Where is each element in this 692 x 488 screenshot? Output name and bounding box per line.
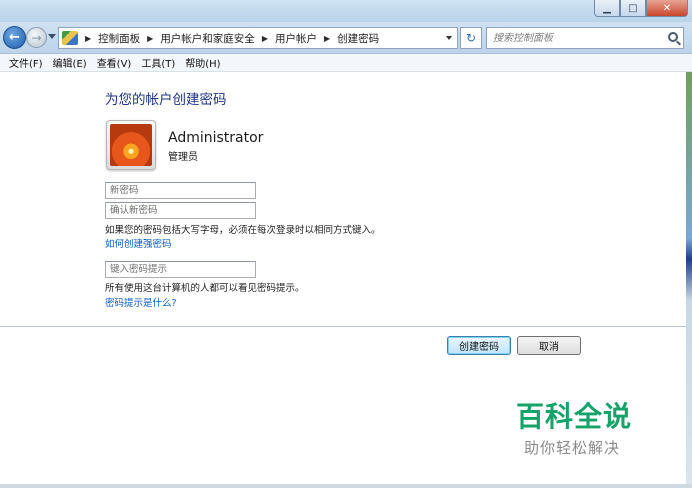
back-arrow-icon: ← — [9, 30, 20, 45]
menu-bar: 文件(F) 编辑(E) 查看(V) 工具(T) 帮助(H) — [0, 54, 692, 72]
watermark-title: 百科全说 — [516, 400, 633, 433]
user-role: 管理员 — [168, 152, 198, 163]
breadcrumb-control-panel[interactable]: 控制面板 — [98, 31, 140, 46]
avatar — [106, 120, 156, 170]
menu-tools[interactable]: 工具(T) — [136, 55, 180, 70]
menu-file[interactable]: 文件(F) — [4, 55, 48, 70]
watermark-logo: 百科全说 助你轻松解决 — [516, 395, 646, 458]
maximize-button[interactable]: □ — [620, 0, 646, 17]
minimize-button[interactable]: ▁ — [594, 0, 620, 17]
search-box[interactable] — [486, 27, 684, 49]
create-password-button[interactable]: 创建密码 — [447, 336, 511, 355]
title-bar: ▁ □ ✕ — [0, 0, 692, 22]
navigation-bar: ← → ▶ 控制面板 ▶ 用户帐户和家庭安全 ▶ 用户帐户 ▶ 创建密码 ↻ — [0, 22, 692, 54]
address-dropdown-icon[interactable] — [446, 36, 452, 40]
control-panel-window: ▁ □ ✕ ← → ▶ 控制面板 ▶ 用户帐户和家庭安全 ▶ 用户帐户 ▶ 创建… — [0, 0, 692, 488]
window-edge — [686, 72, 692, 488]
breadcrumb-user-accounts-family-safety[interactable]: 用户帐户和家庭安全 — [160, 31, 255, 46]
strong-password-link[interactable]: 如何创建强密码 — [105, 236, 172, 250]
menu-view[interactable]: 查看(V) — [92, 55, 137, 70]
back-button[interactable]: ← — [3, 26, 26, 49]
refresh-icon: ↻ — [465, 31, 477, 45]
divider — [0, 326, 686, 327]
breadcrumb-create-password[interactable]: 创建密码 — [337, 31, 379, 46]
user-name: Administrator — [168, 130, 264, 146]
menu-edit[interactable]: 编辑(E) — [48, 55, 92, 70]
recent-pages-dropdown-icon[interactable] — [48, 34, 56, 39]
window-bottom-edge — [0, 484, 692, 488]
watermark-subtitle: 助你轻松解决 — [524, 439, 621, 457]
breadcrumb-separator-icon[interactable]: ▶ — [324, 34, 330, 43]
flower-picture-icon — [110, 124, 152, 166]
what-is-hint-link[interactable]: 密码提示是什么? — [105, 295, 177, 309]
breadcrumb-separator-icon[interactable]: ▶ — [147, 34, 153, 43]
main-content: 为您的帐户创建密码 Administrator 管理员 如果您的密码包括大写字母… — [0, 72, 686, 488]
confirm-password-field[interactable] — [105, 202, 256, 219]
breadcrumb-separator-icon[interactable]: ▶ — [262, 34, 268, 43]
refresh-button[interactable]: ↻ — [460, 27, 482, 49]
menu-help[interactable]: 帮助(H) — [180, 55, 225, 70]
control-panel-icon — [62, 31, 78, 45]
close-button[interactable]: ✕ — [646, 0, 688, 17]
forward-arrow-icon: → — [31, 30, 42, 45]
forward-button[interactable]: → — [26, 27, 47, 48]
case-sensitivity-notice: 如果您的密码包括大写字母，必须在每次登录时以相同方式键入。 — [105, 225, 381, 236]
breadcrumb-separator-icon[interactable]: ▶ — [85, 34, 91, 43]
cancel-button[interactable]: 取消 — [517, 336, 581, 355]
breadcrumb-user-accounts[interactable]: 用户帐户 — [275, 31, 317, 46]
window-controls: ▁ □ ✕ — [594, 0, 688, 17]
new-password-field[interactable] — [105, 182, 256, 199]
address-bar[interactable]: ▶ 控制面板 ▶ 用户帐户和家庭安全 ▶ 用户帐户 ▶ 创建密码 — [58, 27, 458, 49]
search-input[interactable] — [487, 28, 657, 48]
password-hint-field[interactable] — [105, 261, 256, 278]
search-icon[interactable] — [668, 32, 678, 42]
hint-visibility-notice: 所有使用这台计算机的人都可以看见密码提示。 — [105, 283, 305, 294]
page-title: 为您的帐户创建密码 — [105, 92, 227, 108]
